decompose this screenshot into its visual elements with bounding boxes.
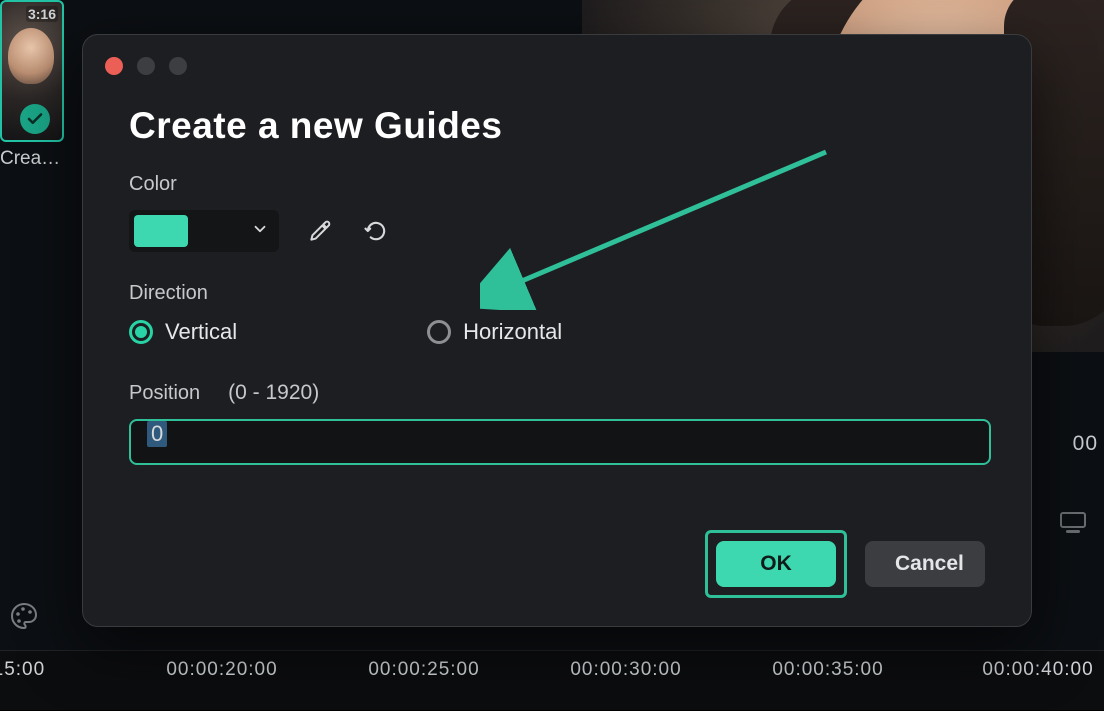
direction-vertical-option[interactable]: Vertical [129,319,237,345]
preview-time-partial: 00 [1073,432,1098,456]
close-window-button[interactable] [105,57,123,75]
thumbnail-label: Crea… [0,148,60,170]
layout-icon[interactable] [1060,512,1086,534]
timeline-ruler[interactable]: 0:15:00 00:00:20:00 00:00:25:00 00:00:30:00… [0,650,1104,710]
timeline-tick-label: 00:00:35:00 [772,659,883,681]
thumbnail-portrait [8,28,54,84]
timeline-tick-label: 00:00:30:00 [570,659,681,681]
reset-color-button[interactable] [361,216,391,246]
check-icon [26,110,44,128]
thumbnail-duration: 3:16 [26,6,58,22]
ok-button-highlight: OK [705,530,847,598]
eyedropper-button[interactable] [305,216,335,246]
eyedropper-icon [307,218,333,244]
timeline-tick-label: 00:00:25:00 [368,659,479,681]
reset-icon [362,217,390,245]
clip-thumbnail[interactable]: 3:16 [0,0,64,142]
direction-horizontal-label: Horizontal [463,319,562,345]
minimize-window-button[interactable] [137,57,155,75]
timeline-tick-label: 00:00:40:00 [982,659,1093,681]
ok-button[interactable]: OK [716,541,836,587]
timeline-tick-label: 00:00:20:00 [166,659,277,681]
dialog-title: Create a new Guides [129,105,985,147]
position-section-label: Position [129,382,200,405]
timeline-tick-label: 0:15:00 [0,659,45,681]
direction-horizontal-option[interactable]: Horizontal [427,319,562,345]
palette-icon[interactable] [8,600,40,632]
color-swatch-dropdown[interactable] [129,210,279,252]
position-input-value: 0 [147,421,167,447]
position-range-hint: (0 - 1920) [228,381,319,405]
direction-section-label: Direction [129,282,985,305]
position-input[interactable]: 0 [129,419,991,465]
color-section-label: Color [129,173,985,196]
window-traffic-lights [105,57,187,75]
direction-vertical-label: Vertical [165,319,237,345]
color-swatch [134,215,188,247]
create-guides-dialog: Create a new Guides Color Direction Vert… [82,34,1032,627]
zoom-window-button[interactable] [169,57,187,75]
radio-unchecked-icon [427,320,451,344]
cancel-button[interactable]: Cancel [865,541,985,587]
chevron-down-icon [251,220,269,243]
radio-checked-icon [129,320,153,344]
thumbnail-check-badge [20,104,50,134]
